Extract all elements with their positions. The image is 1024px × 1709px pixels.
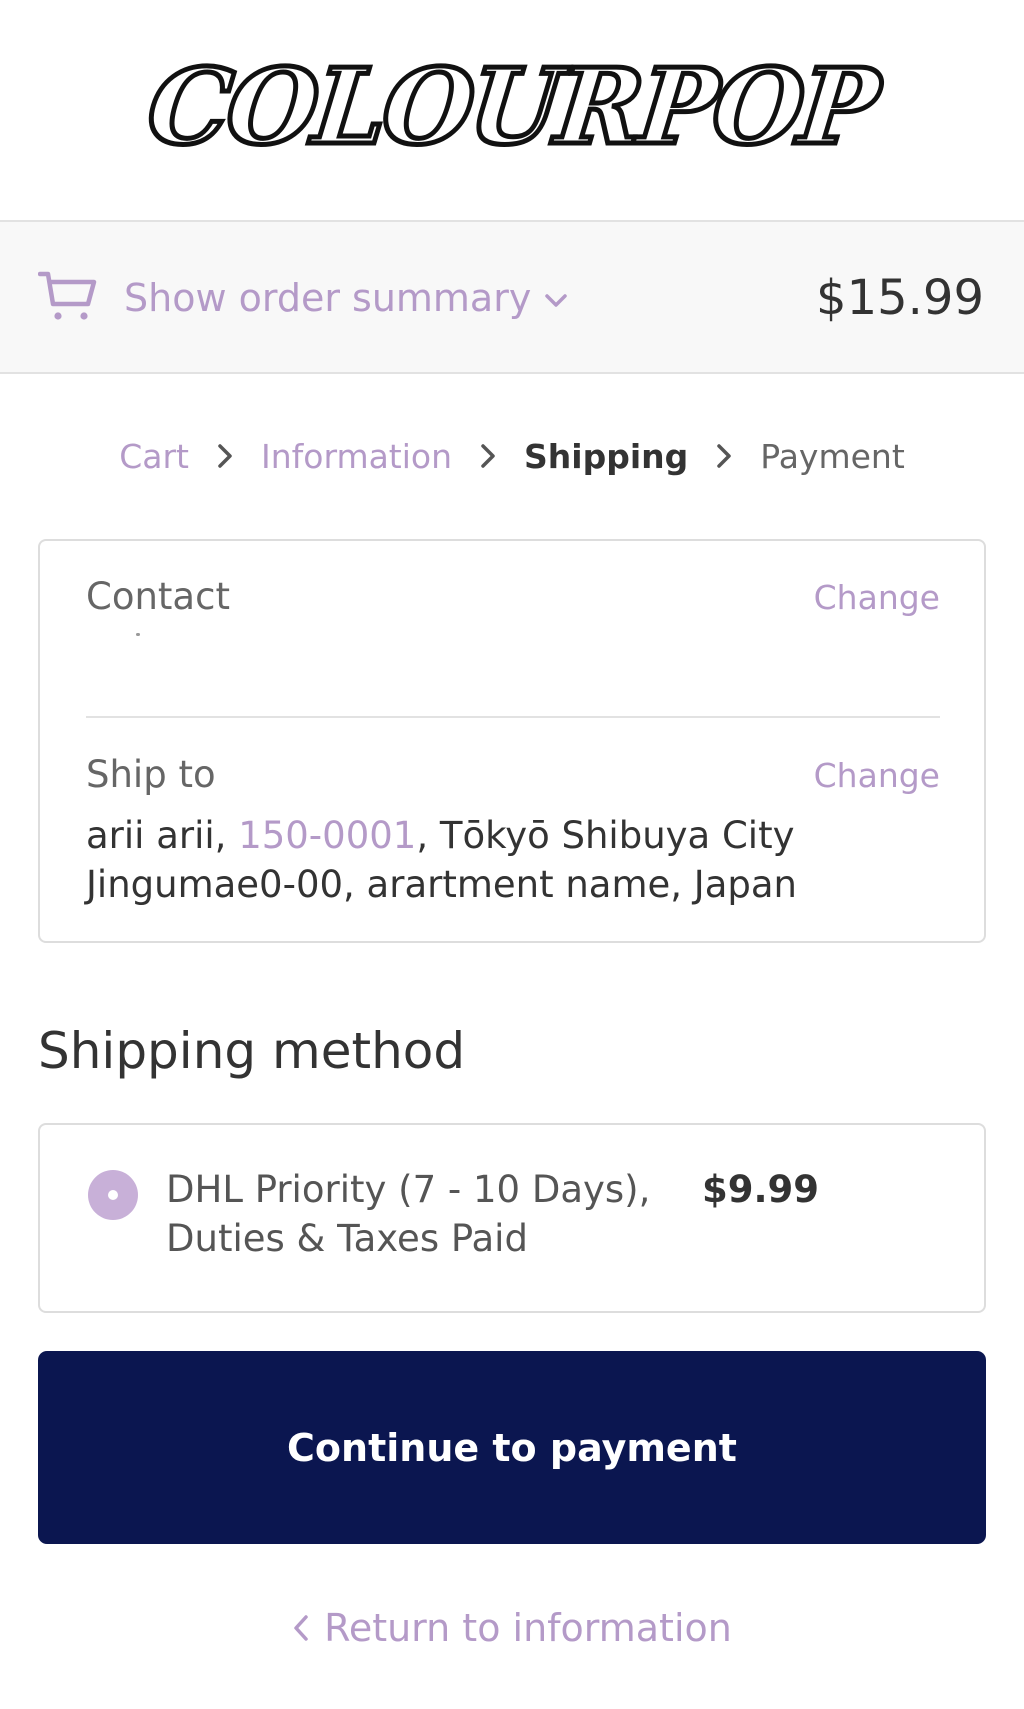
ship-to-name: arii arii, — [86, 814, 239, 857]
chevron-right-icon — [481, 444, 495, 468]
chevron-down-icon — [545, 294, 568, 307]
contact-value — [136, 633, 140, 636]
review-divider — [86, 716, 940, 718]
breadcrumb-payment: Payment — [760, 436, 905, 476]
show-order-summary-label: Show order summary — [124, 276, 532, 320]
header: COLOURPOP — [0, 0, 1024, 220]
change-contact-link[interactable]: Change — [814, 578, 940, 617]
ship-to-postal-code: 150-0001 — [238, 814, 417, 857]
chevron-right-icon — [218, 444, 232, 468]
chevron-right-icon — [717, 444, 732, 468]
shipping-method-title: Shipping method — [38, 1022, 466, 1080]
ship-to-address: arii arii, 150-0001, Tōkyō Shibuya City … — [86, 811, 946, 909]
shipping-option-price: $9.99 — [702, 1168, 820, 1211]
return-to-information-link[interactable]: Return to information — [0, 1598, 1024, 1658]
return-to-information-label: Return to information — [324, 1606, 732, 1650]
radio-selected-dot — [108, 1190, 118, 1200]
ship-to-label: Ship to — [86, 753, 216, 796]
continue-to-payment-button[interactable]: Continue to payment — [38, 1351, 986, 1544]
ship-to-city: , Tōkyō Shibuya City — [416, 814, 795, 857]
cart-icon — [38, 271, 97, 320]
review-box: Contact Change Ship to Change arii arii,… — [38, 539, 986, 943]
order-summary-bar[interactable]: Show order summary $15.99 — [0, 220, 1024, 374]
contact-label: Contact — [86, 575, 230, 618]
change-ship-to-link[interactable]: Change — [814, 756, 940, 795]
shipping-option-name: DHL Priority (7 - 10 Days), Duties & Tax… — [166, 1168, 651, 1260]
shipping-option-dhl[interactable]: DHL Priority (7 - 10 Days), Duties & Tax… — [38, 1123, 986, 1313]
chevron-left-icon — [294, 1615, 308, 1641]
order-total: $15.99 — [816, 270, 984, 326]
breadcrumb: Cart Information Shipping Payment — [0, 426, 1024, 486]
breadcrumb-cart[interactable]: Cart — [119, 437, 189, 476]
ship-to-street: Jingumae0-00, arartment name, Japan — [86, 863, 798, 906]
shipping-option-radio[interactable] — [88, 1170, 138, 1220]
breadcrumb-shipping: Shipping — [524, 436, 689, 476]
show-order-summary-toggle[interactable]: Show order summary — [124, 268, 569, 328]
breadcrumb-information[interactable]: Information — [261, 437, 452, 476]
colourpop-logo[interactable]: COLOURPOP — [140, 42, 883, 170]
